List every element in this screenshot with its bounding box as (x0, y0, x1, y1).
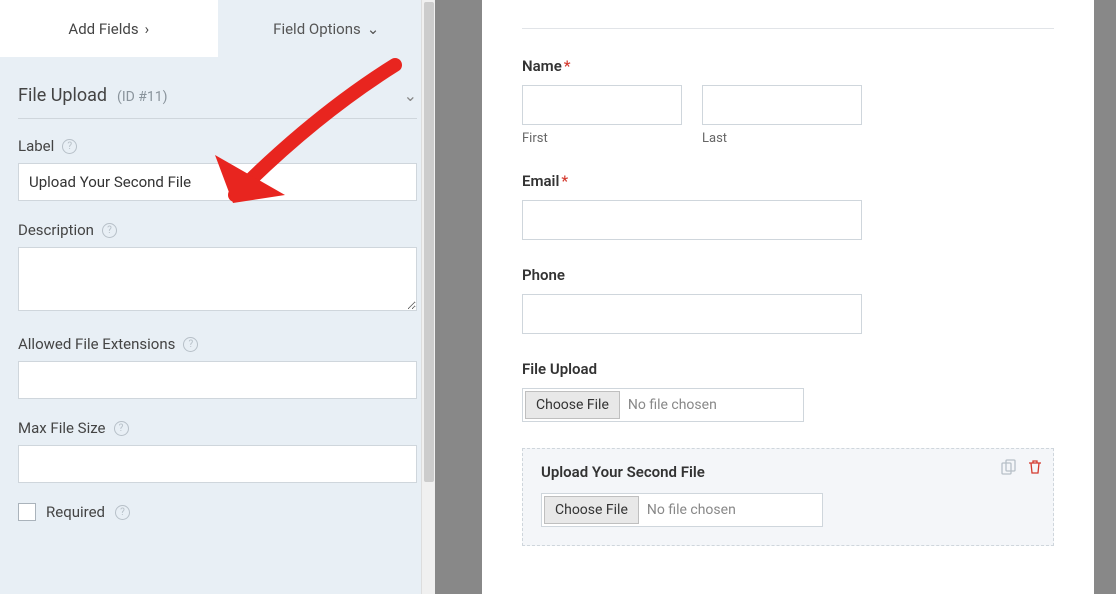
chevron-down-icon: ⌄ (404, 86, 417, 105)
panel-tabs: Add Fields › Field Options ⌄ (0, 0, 435, 57)
field-upload-second-file[interactable]: Upload Your Second File Choose File No f… (522, 448, 1054, 546)
label-input[interactable] (18, 163, 417, 201)
help-icon[interactable]: ? (102, 223, 117, 238)
duplicate-icon[interactable] (1001, 459, 1017, 475)
tab-add-fields-label: Add Fields (68, 20, 138, 38)
group-label: Label ? (18, 137, 417, 201)
choose-file-label: Choose File (555, 502, 628, 518)
group-description: Description ? (18, 221, 417, 315)
help-icon[interactable]: ? (183, 337, 198, 352)
trash-icon[interactable] (1027, 459, 1043, 475)
description-caption: Description (18, 221, 94, 239)
last-name-sublabel: Last (702, 131, 862, 146)
chevron-right-icon: › (145, 20, 150, 38)
section-id: (ID #11) (117, 89, 168, 105)
choose-file-button[interactable]: Choose File (544, 496, 639, 524)
tab-add-fields[interactable]: Add Fields › (0, 0, 218, 57)
help-icon[interactable]: ? (62, 139, 77, 154)
no-file-text: No file chosen (647, 502, 736, 518)
required-checkbox[interactable] (18, 503, 36, 521)
file-input-wrapper[interactable]: Choose File No file chosen (522, 388, 804, 422)
required-mark: * (561, 172, 568, 190)
name-label: Name (522, 57, 562, 75)
phone-label: Phone (522, 266, 565, 284)
description-textarea[interactable] (18, 247, 417, 311)
panel-body: File Upload (ID #11) ⌄ Label ? Descripti… (0, 57, 435, 594)
email-input[interactable] (522, 200, 862, 240)
extensions-caption: Allowed File Extensions (18, 335, 175, 353)
last-name-input[interactable] (702, 85, 862, 125)
left-panel: Add Fields › Field Options ⌄ File Upload… (0, 0, 435, 594)
field-file-upload: File Upload Choose File No file chosen (522, 360, 1054, 422)
first-name-sublabel: First (522, 131, 682, 146)
field-name: Name * First Last (522, 57, 1054, 146)
field-phone: Phone (522, 266, 1054, 334)
no-file-text: No file chosen (628, 397, 717, 413)
extensions-input[interactable] (18, 361, 417, 399)
choose-file-button[interactable]: Choose File (525, 391, 620, 419)
form-preview: Name * First Last Email * Phone File (482, 0, 1094, 594)
maxsize-input[interactable] (18, 445, 417, 483)
group-maxsize: Max File Size ? (18, 419, 417, 483)
second-upload-label: Upload Your Second File (541, 463, 705, 481)
divider (522, 28, 1054, 29)
help-icon[interactable]: ? (115, 505, 130, 520)
first-name-input[interactable] (522, 85, 682, 125)
scrollbar-thumb[interactable] (424, 2, 434, 482)
choose-file-label: Choose File (536, 397, 609, 413)
group-required: Required ? (18, 503, 417, 521)
scrollbar[interactable] (421, 0, 435, 594)
section-title: File Upload (18, 85, 107, 106)
tab-field-options[interactable]: Field Options ⌄ (218, 0, 436, 57)
label-caption: Label (18, 137, 54, 155)
required-mark: * (564, 57, 571, 75)
tab-field-options-label: Field Options (273, 20, 361, 38)
section-header[interactable]: File Upload (ID #11) ⌄ (18, 75, 417, 119)
email-label: Email (522, 172, 559, 190)
maxsize-caption: Max File Size (18, 419, 106, 437)
phone-input[interactable] (522, 294, 862, 334)
file-upload-label: File Upload (522, 360, 597, 378)
required-caption: Required (46, 503, 105, 521)
help-icon[interactable]: ? (114, 421, 129, 436)
file-input-wrapper[interactable]: Choose File No file chosen (541, 493, 823, 527)
field-email: Email * (522, 172, 1054, 240)
chevron-down-icon: ⌄ (367, 20, 380, 38)
group-extensions: Allowed File Extensions ? (18, 335, 417, 399)
